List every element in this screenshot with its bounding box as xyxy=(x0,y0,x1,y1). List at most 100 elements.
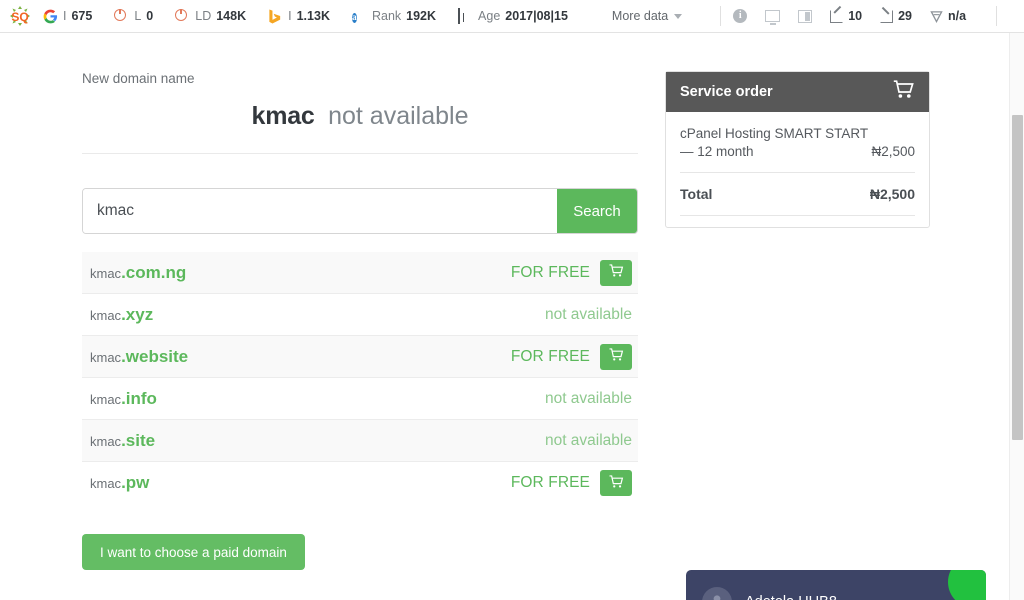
search-input[interactable] xyxy=(83,189,557,233)
domain-label: kmac.xyz xyxy=(90,305,153,325)
google-icon xyxy=(43,9,58,24)
table-row[interactable]: kmac.site not available xyxy=(82,420,638,462)
metric-linking-domains[interactable]: LD 148K xyxy=(175,8,247,24)
add-to-cart-button[interactable] xyxy=(600,259,632,286)
row-actions: not available xyxy=(545,306,632,324)
toolbar-divider xyxy=(720,6,722,26)
info-icon: i xyxy=(733,9,748,23)
order-total-row: Total ₦2,500 xyxy=(680,173,915,215)
metric-value: 148K xyxy=(216,9,247,23)
toolbar-shield-metric[interactable]: n/a xyxy=(930,9,966,23)
metric-alexa-rank[interactable]: a Rank 192K xyxy=(351,9,436,24)
domain-search-panel: New domain name kmac not available Searc… xyxy=(82,71,638,570)
internal-link-count: 29 xyxy=(898,9,913,23)
domain-tld: .com.ng xyxy=(121,262,187,282)
search-button[interactable]: Search xyxy=(557,189,637,233)
more-data-dropdown[interactable]: More data xyxy=(611,9,683,23)
table-row[interactable]: kmac.xyz not available xyxy=(82,294,638,336)
shopping-cart-icon xyxy=(609,474,624,492)
alexa-icon: a xyxy=(351,12,357,23)
page-content: New domain name kmac not available Searc… xyxy=(0,33,1009,600)
page-subtitle: New domain name xyxy=(82,71,195,86)
toolbar-info-button[interactable]: i xyxy=(733,9,748,23)
seoquake-toolbar: SQ I 675 L 0 LD 148K I 1.13K a Rank 192K… xyxy=(0,0,1023,33)
row-status: not available xyxy=(544,389,632,407)
page-layout-icon xyxy=(798,9,813,23)
service-order-title: Service order xyxy=(680,84,773,100)
shopping-cart-icon xyxy=(609,264,624,281)
toolbar-internal-links[interactable]: 29 xyxy=(880,9,912,23)
domain-base: kmac xyxy=(90,391,122,407)
domain-base: kmac xyxy=(90,307,122,323)
domain-search-bar: Search xyxy=(82,188,638,234)
user-avatar-icon xyxy=(702,586,732,600)
domain-availability-status: not available xyxy=(328,102,469,130)
svg-text:SQ: SQ xyxy=(11,10,28,24)
external-link-icon xyxy=(830,9,844,23)
domain-label: kmac.website xyxy=(90,347,188,367)
toolbar-monitor-button[interactable] xyxy=(765,10,781,25)
more-data-label: More data xyxy=(611,9,669,23)
table-row[interactable]: kmac.info not available xyxy=(82,378,638,420)
domain-tld: .site xyxy=(121,430,156,450)
link-circle-icon xyxy=(175,8,190,24)
domain-label: kmac.pw xyxy=(90,473,149,493)
metric-label: I xyxy=(63,9,67,23)
row-actions: FOR FREE xyxy=(511,259,632,286)
order-item-period: — 12 month xyxy=(680,143,754,159)
browser-page: SQ I 675 L 0 LD 148K I 1.13K a Rank 192K… xyxy=(0,0,1024,600)
toolbar-page-layout-button[interactable] xyxy=(798,9,813,23)
metric-bing-index[interactable]: I 1.13K xyxy=(268,8,330,24)
page-title: kmac not available xyxy=(82,100,638,154)
link-circle-icon xyxy=(114,8,129,24)
domain-tld: .info xyxy=(121,388,157,408)
chat-widget[interactable]: Adetola HUB8 xyxy=(686,570,986,600)
domain-base: kmac xyxy=(90,433,122,449)
scrollbar-thumb[interactable] xyxy=(1012,115,1023,440)
row-status: FOR FREE xyxy=(510,347,590,365)
service-order-body: cPanel Hosting SMART START — 12 month ₦2… xyxy=(666,112,929,227)
row-actions: not available xyxy=(545,432,632,450)
metric-domain-age[interactable]: Age 2017|08|15 xyxy=(458,7,568,24)
order-item-price: ₦2,500 xyxy=(871,143,915,159)
metric-google-index[interactable]: I 675 xyxy=(43,9,92,24)
bing-icon xyxy=(268,8,283,24)
domain-label: kmac.site xyxy=(90,431,155,451)
toolbar-external-links[interactable]: 10 xyxy=(830,9,862,23)
metric-value: 675 xyxy=(71,9,93,23)
order-total-value: ₦2,500 xyxy=(869,185,915,202)
metric-label: LD xyxy=(195,9,212,23)
domain-base: kmac xyxy=(90,349,122,365)
monitor-icon xyxy=(765,10,781,25)
chat-status-badge[interactable] xyxy=(948,570,986,600)
shield-icon xyxy=(930,10,943,23)
choose-paid-domain-button[interactable]: I want to choose a paid domain xyxy=(82,534,305,570)
add-to-cart-button[interactable] xyxy=(600,470,632,496)
metric-links[interactable]: L 0 xyxy=(114,8,154,24)
shield-metric-value: n/a xyxy=(948,9,967,23)
add-to-cart-button[interactable] xyxy=(600,343,632,370)
domain-tld: .website xyxy=(121,346,189,366)
shopping-cart-icon xyxy=(609,348,624,365)
table-row[interactable]: kmac.website FOR FREE xyxy=(82,336,638,378)
metric-value: 0 xyxy=(146,9,154,23)
table-row[interactable]: kmac.com.ng FOR FREE xyxy=(82,252,638,294)
domain-label: kmac.info xyxy=(90,389,157,409)
domain-results-list: kmac .com.ng FOR FREE kmac.xyz not availa… xyxy=(82,252,638,504)
row-status: not available xyxy=(544,431,632,449)
metric-label: Age xyxy=(478,9,501,23)
page-scrollbar[interactable] xyxy=(1009,0,1024,600)
external-link-count: 10 xyxy=(848,9,863,23)
service-order-panel: Service order cPanel Hosting SMART START… xyxy=(665,71,930,228)
table-row[interactable]: kmac.pw FOR FREE xyxy=(82,462,638,504)
metric-label: Rank xyxy=(371,9,402,23)
chat-agent-name: Adetola HUB8 xyxy=(745,594,837,600)
domain-base: kmac xyxy=(90,476,122,491)
order-item-row: — 12 month ₦2,500 xyxy=(680,144,915,159)
row-status: not available xyxy=(544,305,632,323)
seoquake-logo-icon[interactable]: SQ xyxy=(9,5,31,27)
order-item-name: cPanel Hosting SMART START xyxy=(680,126,869,141)
row-status: FOR FREE xyxy=(510,474,590,491)
row-actions: FOR FREE xyxy=(511,470,632,496)
metric-value: 1.13K xyxy=(296,9,330,23)
